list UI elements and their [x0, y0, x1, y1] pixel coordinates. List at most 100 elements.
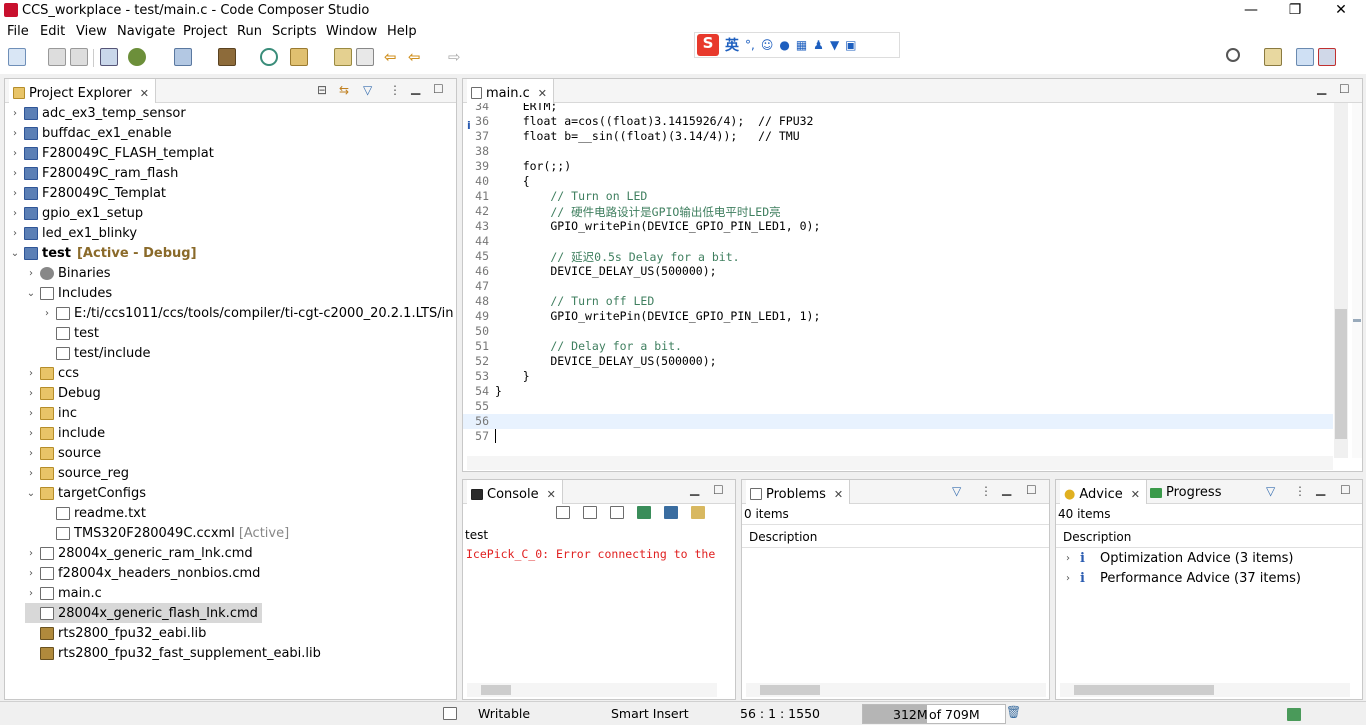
- code-line[interactable]: 47: [463, 279, 1333, 294]
- prev-annotation-icon[interactable]: [356, 48, 374, 66]
- tree-item[interactable]: 28004x_generic_flash_lnk.cmd: [25, 603, 262, 623]
- minimize-view-icon[interactable]: ▁: [1316, 482, 1325, 496]
- tree-item[interactable]: › include: [25, 423, 105, 443]
- open-console-icon[interactable]: [691, 506, 705, 519]
- build-icon[interactable]: [100, 48, 118, 66]
- menu-help[interactable]: Help: [387, 22, 417, 39]
- mic-icon[interactable]: ●: [779, 38, 789, 52]
- code-line[interactable]: 38: [463, 144, 1333, 159]
- save-all-icon[interactable]: [70, 48, 88, 66]
- info-marker-icon[interactable]: i: [467, 119, 471, 132]
- menu-project[interactable]: Project: [183, 22, 227, 39]
- pin-console-icon[interactable]: [637, 506, 651, 519]
- maximize-view-icon[interactable]: ☐: [713, 483, 724, 497]
- next-annotation-icon[interactable]: [334, 48, 352, 66]
- minimize-editor-icon[interactable]: ▁: [1317, 81, 1326, 95]
- skin-icon[interactable]: ▼: [830, 38, 839, 52]
- tab-advice[interactable]: ● Advice ✕: [1060, 480, 1147, 504]
- tree-item[interactable]: ⌄ test [Active - Debug]: [9, 243, 197, 263]
- chevron-right-icon[interactable]: ›: [25, 448, 37, 459]
- tree-item[interactable]: › Debug: [25, 383, 101, 403]
- menu-window[interactable]: Window: [326, 22, 377, 39]
- tree-item[interactable]: › buffdac_ex1_enable: [9, 123, 172, 143]
- tree-item[interactable]: › led_ex1_blinky: [9, 223, 137, 243]
- forward-icon[interactable]: ⇨: [448, 48, 466, 66]
- filter-icon[interactable]: ▽: [363, 83, 372, 97]
- maximize-view-icon[interactable]: ☐: [1340, 483, 1351, 497]
- sogou-logo-icon[interactable]: S: [697, 34, 719, 56]
- ccs-debug-perspective-icon[interactable]: [1318, 48, 1336, 66]
- last-edit-icon[interactable]: ⇦: [384, 48, 402, 66]
- chevron-right-icon[interactable]: ›: [1062, 553, 1074, 564]
- filter-icon[interactable]: ▽: [1266, 484, 1275, 498]
- code-line[interactable]: 43 GPIO_writePin(DEVICE_GPIO_PIN_LED1, 0…: [463, 219, 1333, 234]
- code-line[interactable]: 52 DEVICE_DELAY_US(500000);: [463, 354, 1333, 369]
- tree-item[interactable]: › 28004x_generic_ram_lnk.cmd: [25, 543, 253, 563]
- tree-item[interactable]: test/include: [41, 343, 150, 363]
- punctuation-icon[interactable]: °,: [745, 38, 755, 52]
- ime-language[interactable]: 英: [725, 35, 739, 55]
- code-line[interactable]: 57: [463, 429, 1333, 444]
- chevron-right-icon[interactable]: ›: [25, 388, 37, 399]
- minimize-button[interactable]: —: [1236, 2, 1266, 18]
- code-line[interactable]: 37 float b=__sin((float)(3.14/4)); // TM…: [463, 129, 1333, 144]
- progress-status-icon[interactable]: [1287, 708, 1301, 721]
- flash-icon[interactable]: [174, 48, 192, 66]
- collapse-all-icon[interactable]: ⊟: [317, 83, 327, 97]
- hscroll-thumb[interactable]: [760, 685, 820, 695]
- view-menu-icon[interactable]: ⋮: [389, 83, 401, 97]
- tree-item[interactable]: rts2800_fpu32_eabi.lib: [25, 623, 206, 643]
- search-refresh-icon[interactable]: [260, 48, 278, 66]
- hscroll-thumb[interactable]: [481, 685, 511, 695]
- tree-item[interactable]: › E:/ti/ccs1011/ccs/tools/compiler/ti-cgt…: [41, 303, 454, 323]
- word-wrap-icon[interactable]: [610, 506, 624, 519]
- status-icon[interactable]: [443, 707, 457, 720]
- new-icon[interactable]: [8, 48, 26, 66]
- close-tab-icon[interactable]: ✕: [1131, 488, 1140, 501]
- code-line[interactable]: 42 // 硬件电路设计是GPIO输出低电平时LED亮: [463, 204, 1333, 219]
- close-tab-icon[interactable]: ✕: [547, 488, 556, 501]
- advice-item[interactable]: › i Optimization Advice (3 items): [1062, 548, 1293, 568]
- hammer-icon[interactable]: [218, 48, 236, 66]
- vscroll-thumb[interactable]: [1335, 309, 1347, 439]
- tab-console[interactable]: Console ✕: [467, 480, 563, 504]
- code-line[interactable]: 41 // Turn on LED: [463, 189, 1333, 204]
- tree-item[interactable]: › f28004x_headers_nonbios.cmd: [25, 563, 260, 583]
- tree-item[interactable]: › inc: [25, 403, 77, 423]
- display-console-icon[interactable]: [664, 506, 678, 519]
- wand-icon[interactable]: [290, 48, 308, 66]
- chevron-right-icon[interactable]: ›: [9, 108, 21, 119]
- chevron-right-icon[interactable]: ›: [9, 228, 21, 239]
- chevron-right-icon[interactable]: ›: [25, 468, 37, 479]
- clear-console-icon[interactable]: [556, 506, 570, 519]
- code-line[interactable]: 40 {: [463, 174, 1333, 189]
- advice-hscroll[interactable]: [1060, 683, 1350, 697]
- code-line[interactable]: 54}: [463, 384, 1333, 399]
- chevron-right-icon[interactable]: ›: [25, 568, 37, 579]
- back-icon[interactable]: ⇦: [408, 48, 426, 66]
- tab-progress[interactable]: Progress: [1150, 485, 1221, 500]
- save-icon[interactable]: [48, 48, 66, 66]
- code-line[interactable]: 44: [463, 234, 1333, 249]
- debug-bug-icon[interactable]: [128, 48, 146, 66]
- menu-edit[interactable]: Edit: [40, 22, 65, 39]
- chevron-right-icon[interactable]: ›: [9, 148, 21, 159]
- chevron-down-icon[interactable]: ⌄: [25, 488, 37, 499]
- minimize-view-icon[interactable]: ▁: [411, 81, 420, 95]
- chevron-down-icon[interactable]: ⌄: [25, 288, 37, 299]
- advice-item[interactable]: › i Performance Advice (37 items): [1062, 568, 1301, 588]
- heap-status[interactable]: 312M of 709M: [862, 704, 1006, 724]
- hscroll-thumb[interactable]: [1074, 685, 1214, 695]
- toolbox-icon[interactable]: ▣: [845, 38, 856, 52]
- gc-trash-icon[interactable]: 🗑: [1006, 705, 1021, 719]
- chevron-down-icon[interactable]: ⌄: [9, 248, 21, 259]
- chevron-right-icon[interactable]: ›: [9, 168, 21, 179]
- tree-item[interactable]: rts2800_fpu32_fast_supplement_eabi.lib: [25, 643, 321, 663]
- close-tab-icon[interactable]: ✕: [834, 488, 843, 501]
- chevron-right-icon[interactable]: ›: [25, 428, 37, 439]
- code-line[interactable]: 45 // 延迟0.5s Delay for a bit.: [463, 249, 1333, 264]
- close-tab-icon[interactable]: ✕: [140, 87, 149, 100]
- link-editor-icon[interactable]: ⇆: [339, 83, 349, 97]
- advice-column-header[interactable]: Description: [1056, 524, 1362, 548]
- tree-item[interactable]: › F280049C_FLASH_templat: [9, 143, 214, 163]
